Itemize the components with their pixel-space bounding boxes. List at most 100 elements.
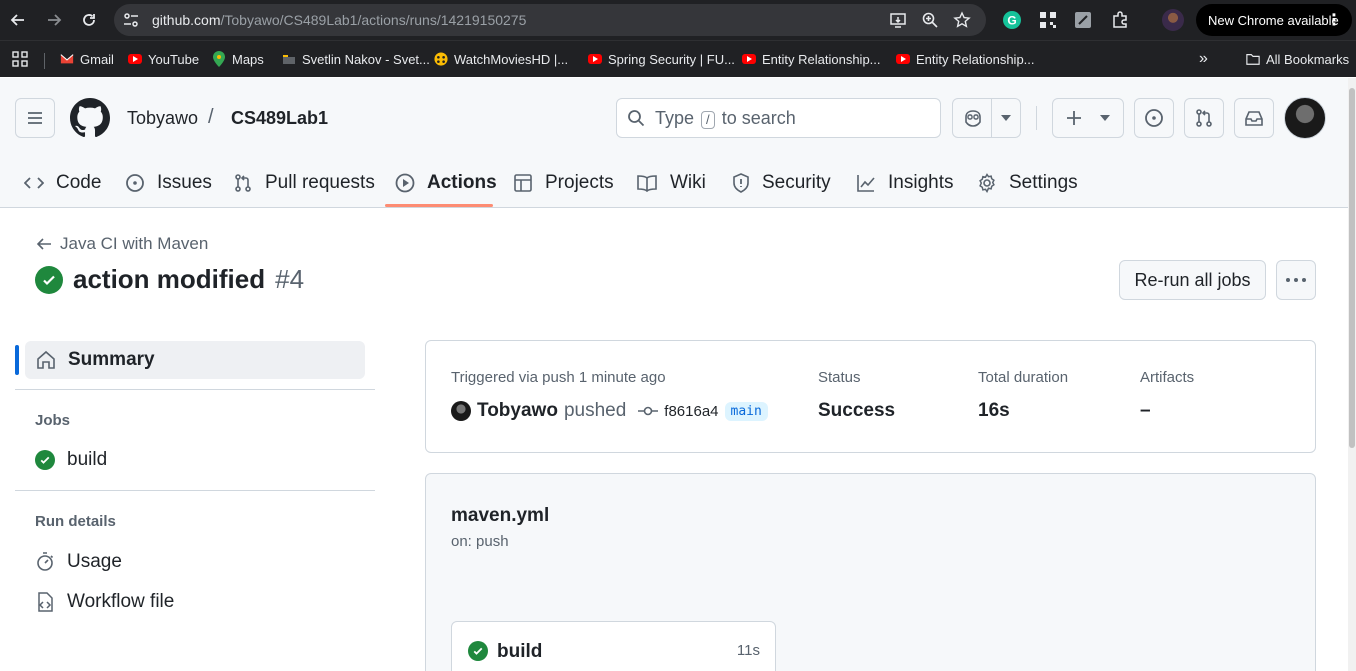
folder-icon: [1246, 52, 1260, 66]
user-avatar[interactable]: [1284, 97, 1326, 139]
inbox-button[interactable]: [1234, 98, 1274, 138]
job-duration: 11s: [736, 642, 760, 659]
repo-name-link[interactable]: CS489Lab1: [231, 108, 328, 129]
pull-request-icon: [1196, 109, 1212, 127]
page-scrollbar[interactable]: [1348, 78, 1356, 671]
scrollbar-thumb[interactable]: [1349, 88, 1355, 448]
branch-badge[interactable]: main: [724, 401, 768, 421]
chevron-double-right-icon: »: [1199, 50, 1208, 67]
tab-settings[interactable]: Settings: [977, 158, 1078, 208]
browser-toolbar: github.com/Tobyawo/CS489Lab1/actions/run…: [0, 0, 1356, 40]
search-icon: [628, 110, 645, 127]
search-placeholder: Type / to search: [655, 107, 796, 129]
tab-projects[interactable]: Projects: [513, 158, 614, 208]
bookmark-entity-relationship-2[interactable]: Entity Relationship...: [896, 50, 1035, 68]
play-icon: [395, 173, 415, 193]
apps-button[interactable]: [12, 50, 28, 68]
repo-owner-link[interactable]: Tobyawo: [127, 108, 198, 129]
profile-avatar[interactable]: [1162, 9, 1184, 31]
chrome-update-button[interactable]: New Chrome available ⋮: [1196, 4, 1352, 36]
workflow-file-name: maven.yml: [451, 505, 550, 526]
svg-text:G: G: [1007, 14, 1016, 28]
arrow-left-icon: [10, 14, 24, 26]
check-circle-icon: [35, 450, 55, 470]
caret-down-icon: [1001, 115, 1011, 121]
copilot-button[interactable]: [952, 98, 1021, 138]
issue-icon: [125, 173, 145, 193]
shield-icon: [732, 173, 750, 193]
bookmark-spring-security[interactable]: Spring Security | FU...: [588, 50, 735, 68]
artifacts-label: Artifacts: [1140, 369, 1195, 386]
grammarly-icon[interactable]: G: [1001, 9, 1023, 31]
stopwatch-icon: [37, 552, 54, 571]
actor-avatar[interactable]: [451, 401, 471, 421]
install-app-icon[interactable]: [888, 10, 908, 30]
back-button[interactable]: [4, 6, 32, 34]
bookmarks-overflow-button[interactable]: »: [1199, 50, 1208, 68]
push-info: Tobyawo pushed f8616a4 main: [451, 400, 768, 422]
rerun-all-jobs-button[interactable]: Re-run all jobs: [1119, 260, 1266, 300]
sidebar-item-build[interactable]: build: [35, 449, 107, 471]
bookmark-gmail[interactable]: Gmail: [60, 50, 114, 68]
job-node-build[interactable]: build 11s: [451, 621, 776, 671]
tab-code[interactable]: Code: [24, 158, 101, 208]
sidebar-item-workflow-file[interactable]: Workflow file: [35, 591, 174, 613]
site-settings-icon[interactable]: [122, 11, 140, 34]
watchmovies-icon: [434, 52, 448, 66]
bookmark-svetlin[interactable]: Svetlin Nakov - Svet...: [282, 50, 430, 68]
youtube-icon: [588, 52, 602, 66]
youtube-icon: [128, 52, 142, 66]
youtube-icon: [896, 52, 910, 66]
bookmark-star-icon[interactable]: [952, 10, 972, 30]
pull-request-icon: [233, 173, 253, 193]
sidebar-active-indicator: [15, 345, 19, 375]
reload-icon: [83, 14, 95, 26]
workflow-trigger: on: push: [451, 533, 509, 550]
search-input[interactable]: Type / to search: [616, 98, 941, 138]
forward-button[interactable]: [40, 6, 68, 34]
actor-link[interactable]: Tobyawo: [477, 400, 558, 422]
more-vert-icon[interactable]: ⋮: [1326, 10, 1342, 30]
extension-icon[interactable]: [1072, 9, 1094, 31]
tab-wiki[interactable]: Wiki: [636, 158, 706, 208]
pull-requests-button[interactable]: [1184, 98, 1224, 138]
zoom-icon[interactable]: [920, 10, 940, 30]
all-bookmarks-button[interactable]: All Bookmarks: [1246, 50, 1349, 68]
workflow-back-link[interactable]: Java CI with Maven: [36, 234, 208, 254]
git-commit-icon: [638, 406, 659, 416]
trigger-text: Triggered via push 1 minute ago: [451, 369, 666, 386]
table-icon: [513, 173, 533, 193]
run-number: #4: [275, 264, 305, 294]
more-options-button[interactable]: [1276, 260, 1316, 300]
sidebar-item-summary[interactable]: Summary: [25, 341, 365, 379]
issues-button[interactable]: [1134, 98, 1174, 138]
reload-button[interactable]: [75, 6, 103, 34]
tab-security[interactable]: Security: [732, 158, 831, 208]
github-logo-icon[interactable]: [70, 98, 110, 138]
menu-button[interactable]: [15, 98, 55, 138]
duration-value: 16s: [978, 400, 1010, 421]
arrow-left-icon: [36, 238, 51, 250]
sidebar-item-usage[interactable]: Usage: [35, 551, 122, 573]
tab-insights[interactable]: Insights: [856, 158, 953, 208]
bookmark-watchmovies[interactable]: WatchMoviesHD |...: [434, 50, 568, 68]
graph-icon: [856, 173, 876, 193]
bookmark-youtube[interactable]: YouTube: [128, 50, 199, 68]
maps-icon: [212, 51, 226, 67]
bookmark-favicon: [282, 52, 296, 66]
puzzle-icon[interactable]: [1109, 9, 1131, 31]
commit-sha-link[interactable]: f8616a4: [664, 403, 718, 420]
tab-actions[interactable]: Actions: [395, 158, 497, 208]
apps-grid-icon: [12, 51, 28, 67]
artifacts-value: –: [1140, 400, 1151, 421]
bookmark-maps[interactable]: Maps: [212, 50, 264, 68]
tab-issues[interactable]: Issues: [125, 158, 212, 208]
repo-path-separator: /: [208, 106, 214, 128]
create-new-button[interactable]: [1052, 98, 1124, 138]
bookmark-entity-relationship-1[interactable]: Entity Relationship...: [742, 50, 881, 68]
tab-pull-requests[interactable]: Pull requests: [233, 158, 375, 208]
qr-code-icon[interactable]: [1037, 9, 1059, 31]
address-bar[interactable]: github.com/Tobyawo/CS489Lab1/actions/run…: [114, 4, 986, 36]
kebab-horizontal-icon: [1286, 278, 1306, 282]
push-action: pushed: [563, 400, 627, 421]
